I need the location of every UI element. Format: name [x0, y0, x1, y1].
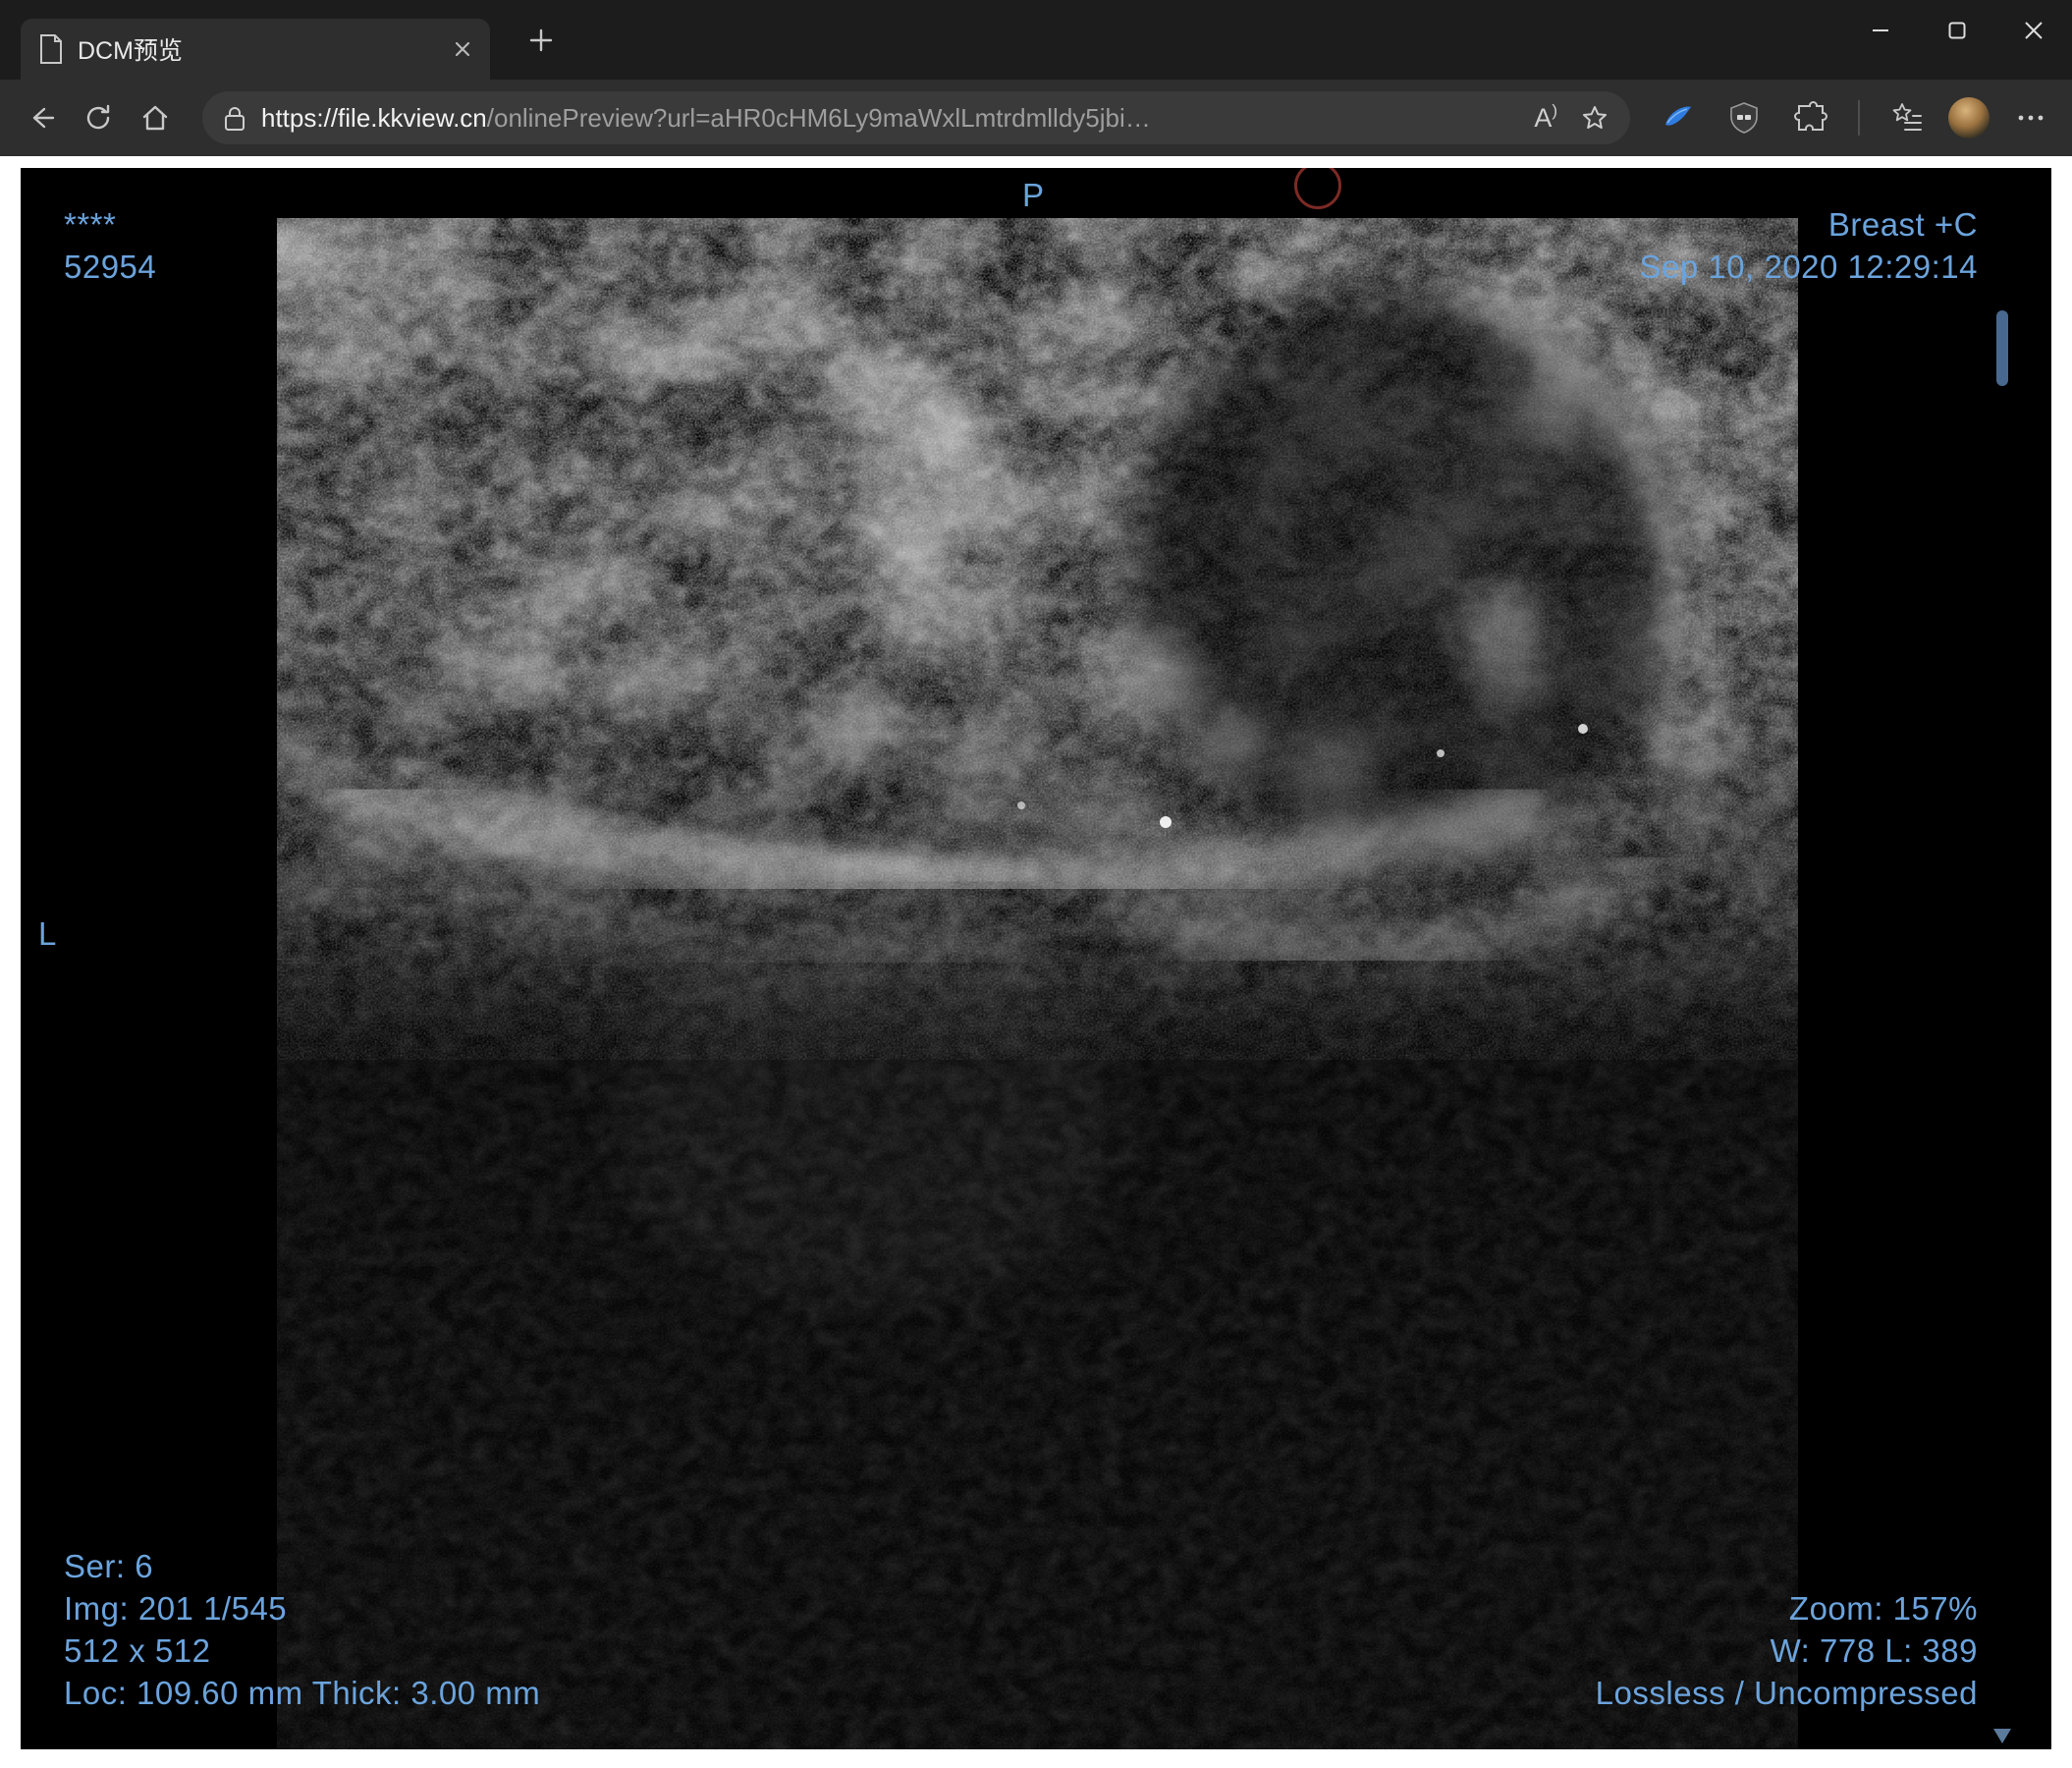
- close-icon: [2025, 22, 2043, 39]
- study-description: Breast +C: [1827, 206, 1978, 243]
- overlay-top-right: Breast +C Sep 10, 2020 12:29:14: [1640, 203, 1978, 288]
- dicom-viewer[interactable]: **** 52954 Breast +C Sep 10, 2020 12:29:…: [21, 168, 2051, 1749]
- favorites-hub-button[interactable]: [1881, 92, 1933, 143]
- new-tab-button[interactable]: [516, 15, 567, 66]
- extension-blue-icon: [1665, 106, 1691, 126]
- study-datetime: Sep 10, 2020 12:29:14: [1639, 249, 1978, 285]
- orientation-marker-left: L: [38, 915, 57, 952]
- address-bar-actions: A ): [1534, 100, 1609, 134]
- window-controls: [1842, 0, 2072, 61]
- back-icon: [32, 107, 55, 129]
- close-button[interactable]: [1995, 0, 2072, 61]
- address-bar[interactable]: https://file.kkview.cn/onlinePreview?url…: [202, 91, 1630, 144]
- image-matrix: 512 x 512: [64, 1632, 211, 1669]
- refresh-icon: [86, 104, 110, 130]
- url-text[interactable]: https://file.kkview.cn/onlinePreview?url…: [261, 103, 1506, 134]
- window-level: W: 778 L: 389: [1770, 1632, 1978, 1669]
- patient-number: 52954: [64, 249, 157, 285]
- plus-icon: [529, 28, 553, 51]
- scrollbar-down-arrow[interactable]: [1993, 1729, 2011, 1743]
- tab-dcm-preview[interactable]: DCM预览: [21, 19, 490, 80]
- navigation-bar: https://file.kkview.cn/onlinePreview?url…: [0, 80, 2072, 156]
- toolbar-right: [1652, 92, 2056, 143]
- back-button[interactable]: [16, 92, 67, 143]
- shield-extension-button[interactable]: [1718, 92, 1770, 143]
- tab-strip: DCM预览: [0, 0, 2072, 80]
- zoom-level: Zoom: 157%: [1788, 1590, 1978, 1627]
- document-icon: [40, 34, 62, 64]
- read-aloud-paren: ): [1552, 100, 1557, 120]
- minimize-icon: [1873, 29, 1888, 31]
- favorites-hub-icon: [1892, 103, 1922, 131]
- shield-icon: [1730, 102, 1758, 134]
- refresh-button[interactable]: [73, 92, 124, 143]
- extensions-button[interactable]: [1785, 92, 1836, 143]
- compression-info: Lossless / Uncompressed: [1595, 1675, 1978, 1711]
- patient-id-masked: ****: [64, 206, 117, 243]
- scrollbar-thumb[interactable]: [1996, 310, 2008, 386]
- tab-close-icon[interactable]: [453, 39, 472, 59]
- read-aloud-button[interactable]: A ): [1534, 100, 1557, 134]
- puzzle-extensions-icon: [1794, 101, 1827, 131]
- page-background: **** 52954 Breast +C Sep 10, 2020 12:29:…: [0, 156, 2072, 1768]
- maximize-icon: [1948, 22, 1966, 39]
- more-menu-button[interactable]: [2005, 92, 2056, 143]
- home-button[interactable]: [130, 92, 181, 143]
- image-number: Img: 201 1/545: [64, 1590, 288, 1627]
- maximize-button[interactable]: [1919, 0, 1995, 61]
- overlay-bottom-left: Ser: 6 Img: 201 1/545 512 x 512 Loc: 109…: [64, 1545, 540, 1714]
- home-icon: [142, 105, 168, 131]
- orientation-marker-posterior: P: [1022, 177, 1045, 213]
- overlay-bottom-right: Zoom: 157% W: 778 L: 389 Lossless / Unco…: [1596, 1587, 1978, 1714]
- browser-window: DCM预览 https://file.kkview.cn/onlinePrevi…: [0, 0, 2072, 1768]
- favorite-star-button[interactable]: [1581, 104, 1609, 132]
- series-number: Ser: 6: [64, 1548, 154, 1584]
- url-path: /onlinePreview?url=aHR0cHM6Ly9maWxlLmtrd…: [486, 102, 1151, 133]
- annotation-circle: [1294, 168, 1341, 209]
- toolbar-divider: [1858, 100, 1860, 136]
- url-domain: https://file.kkview.cn: [261, 102, 487, 133]
- read-aloud-letter: A: [1534, 102, 1553, 133]
- extension-blue-button[interactable]: [1652, 92, 1703, 143]
- slice-location: Loc: 109.60 mm Thick: 3.00 mm: [64, 1675, 541, 1711]
- minimize-button[interactable]: [1842, 0, 1919, 61]
- mri-scan-image: [277, 218, 1798, 1749]
- avatar[interactable]: [1948, 97, 1990, 138]
- favorite-star-icon: [1583, 106, 1607, 129]
- more-menu-icon: [2018, 115, 2044, 121]
- overlay-top-left: **** 52954: [64, 203, 156, 288]
- tab-title: DCM预览: [78, 37, 183, 65]
- lock-icon: [225, 106, 245, 131]
